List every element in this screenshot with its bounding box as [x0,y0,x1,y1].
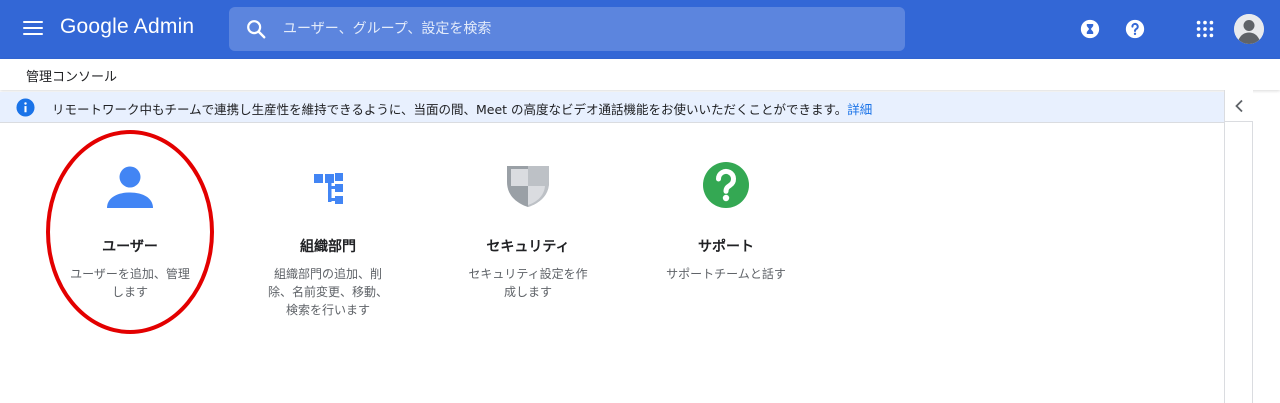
info-icon [16,98,35,117]
breadcrumb[interactable]: 管理コンソール [26,66,117,85]
org-tree-icon [314,173,343,204]
menu-icon[interactable] [23,20,43,36]
info-banner-message: リモートワーク中もチームで連携し生産性を維持できるように、当面の間、Meet の… [52,102,848,117]
chevron-left-icon [1235,99,1243,113]
account-avatar-icon[interactable] [1234,14,1264,44]
breadcrumb-bar: 管理コンソール [0,59,1280,90]
card-title: サポート [698,239,754,255]
search-box[interactable] [229,7,905,51]
learn-more-link[interactable]: 詳細 [847,102,872,117]
card-description: ユーザーを追加、管理します [70,267,190,299]
info-banner-text: リモートワーク中もチームで連携し生産性を維持できるように、当面の間、Meet の… [52,99,872,118]
help-icon[interactable] [1124,18,1146,40]
divider [0,122,1224,123]
shield-icon [507,166,549,207]
collapse-panel-button[interactable] [1225,90,1253,122]
card-description: サポートチームと話す [666,267,786,281]
info-banner: リモートワーク中もチームで連携し生産性を維持できるように、当面の間、Meet の… [0,92,1224,122]
card-title: セキュリティ [486,239,570,255]
search-icon [247,20,266,39]
card-support[interactable]: サポート サポートチームと話す [646,160,806,283]
card-title: ユーザー [102,239,158,255]
card-users[interactable]: ユーザー ユーザーを追加、管理します [50,160,210,301]
app-brand[interactable]: Google Admin [60,15,194,39]
card-org-units[interactable]: 組織部門 組織部門の追加、削除、名前変更、移動、検索を行います [248,160,408,319]
card-description: 組織部門の追加、削除、名前変更、移動、検索を行います [267,267,388,317]
apps-grid-icon[interactable] [1194,18,1216,40]
help-circle-icon [703,162,749,208]
person-icon [107,166,153,208]
card-title: 組織部門 [300,239,356,255]
card-security[interactable]: セキュリティ セキュリティ設定を作成します [448,160,608,301]
side-panel [1224,90,1253,403]
card-description: セキュリティ設定を作成します [468,267,588,299]
hourglass-icon[interactable] [1079,18,1101,40]
search-input[interactable] [283,7,883,51]
top-app-bar: Google Admin [0,0,1280,59]
